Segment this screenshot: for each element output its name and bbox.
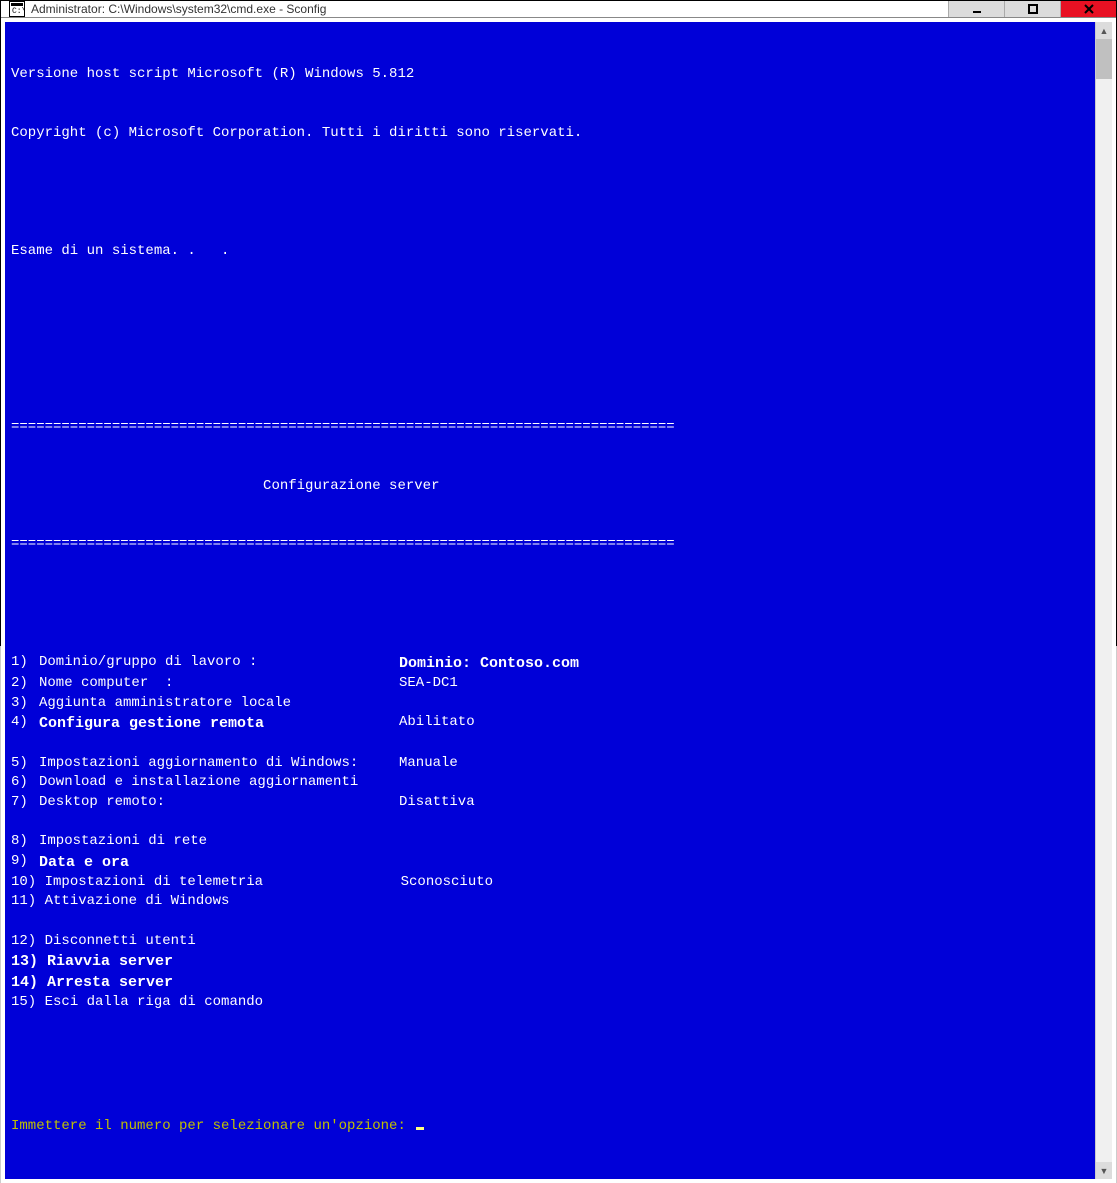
menu-item[interactable]: 10) Impostazioni di telemetriaSconosciut… bbox=[11, 873, 1089, 893]
console-output[interactable]: Versione host script Microsoft (R) Windo… bbox=[5, 22, 1095, 1179]
menu-number: 12) bbox=[11, 932, 45, 952]
blank bbox=[11, 734, 1089, 754]
menu-item[interactable]: 6) Download e installazione aggiornament… bbox=[11, 773, 1089, 793]
menu-number: 3) bbox=[11, 694, 39, 714]
menu-number: 9) bbox=[11, 852, 39, 873]
menu-number: 6) bbox=[11, 773, 39, 793]
menu-item[interactable]: 13) Riavvia server bbox=[11, 951, 1089, 972]
menu-label: Aggiunta amministratore locale bbox=[39, 694, 399, 714]
menu-number: 7) bbox=[11, 793, 39, 813]
menu-item[interactable]: 3) Aggiunta amministratore locale bbox=[11, 694, 1089, 714]
menu-value: Manuale bbox=[399, 754, 458, 774]
window-title: Administrator: C:\Windows\system32\cmd.e… bbox=[31, 2, 948, 16]
menu-label: Impostazioni di telemetria bbox=[45, 873, 401, 893]
menu-number: 1) bbox=[11, 653, 39, 674]
menu-number: 14) bbox=[11, 972, 47, 993]
minimize-button[interactable] bbox=[948, 1, 1004, 17]
menu-number: 4) bbox=[11, 713, 39, 734]
menu-label: Disconnetti utenti bbox=[45, 932, 401, 952]
menu-item[interactable]: 8) Impostazioni di rete bbox=[11, 832, 1089, 852]
titlebar[interactable]: C:\ Administrator: C:\Windows\system32\c… bbox=[1, 1, 1116, 18]
console-wrap: Versione host script Microsoft (R) Windo… bbox=[1, 18, 1116, 1183]
cursor-icon bbox=[416, 1127, 424, 1130]
menu-item[interactable]: 1) Dominio/gruppo di lavoro :Dominio: Co… bbox=[11, 653, 1089, 674]
menu-label: Data e ora bbox=[39, 852, 399, 873]
blank bbox=[11, 813, 1089, 833]
input-prompt[interactable]: Immettere il numero per selezionare un'o… bbox=[11, 1111, 1089, 1137]
scroll-up-icon[interactable]: ▲ bbox=[1096, 22, 1112, 39]
menu-item[interactable]: 9) Data e ora bbox=[11, 852, 1089, 873]
header-line: Versione host script Microsoft (R) Windo… bbox=[11, 65, 1089, 85]
cmd-icon: C:\ bbox=[9, 1, 25, 17]
blank bbox=[11, 594, 1089, 614]
menu-label: Dominio/gruppo di lavoro : bbox=[39, 653, 399, 674]
menu-number: 10) bbox=[11, 873, 45, 893]
menu-label: Riavvia server bbox=[47, 951, 403, 972]
menu-label: Esci dalla riga di comando bbox=[45, 993, 401, 1013]
blank bbox=[11, 300, 1089, 320]
svg-text:C:\: C:\ bbox=[12, 7, 25, 16]
menu-item[interactable]: 14) Arresta server bbox=[11, 972, 1089, 993]
blank bbox=[11, 359, 1089, 379]
menu-list: 1) Dominio/gruppo di lavoro :Dominio: Co… bbox=[11, 653, 1089, 1013]
menu-label: Configura gestione remota bbox=[39, 713, 399, 734]
section-title: Configurazione server bbox=[11, 477, 1089, 497]
menu-item[interactable]: 4) Configura gestione remotaAbilitato bbox=[11, 713, 1089, 734]
menu-number: 13) bbox=[11, 951, 47, 972]
divider-bottom: ========================================… bbox=[11, 535, 1089, 555]
menu-label: Attivazione di Windows bbox=[45, 892, 401, 912]
divider-top: ========================================… bbox=[11, 418, 1089, 438]
vertical-scrollbar[interactable]: ▲ ▼ bbox=[1095, 22, 1112, 1179]
copyright-line: Copyright (c) Microsoft Corporation. Tut… bbox=[11, 124, 1089, 144]
menu-number: 5) bbox=[11, 754, 39, 774]
menu-item[interactable]: 12) Disconnetti utenti bbox=[11, 932, 1089, 952]
cmd-window: C:\ Administrator: C:\Windows\system32\c… bbox=[0, 0, 1117, 646]
menu-item[interactable]: 11) Attivazione di Windows bbox=[11, 892, 1089, 912]
close-button[interactable] bbox=[1060, 1, 1116, 17]
blank bbox=[11, 912, 1089, 932]
menu-value: Disattiva bbox=[399, 793, 475, 813]
blank bbox=[11, 1052, 1089, 1072]
maximize-button[interactable] bbox=[1004, 1, 1060, 17]
examining-line: Esame di un sistema. . . bbox=[11, 242, 1089, 262]
menu-number: 2) bbox=[11, 674, 39, 694]
menu-value: Dominio: Contoso.com bbox=[399, 653, 579, 674]
menu-label: Impostazioni aggiornamento di Windows: bbox=[39, 754, 399, 774]
menu-item[interactable]: 15) Esci dalla riga di comando bbox=[11, 993, 1089, 1013]
menu-label: Arresta server bbox=[47, 972, 403, 993]
menu-number: 15) bbox=[11, 993, 45, 1013]
window-controls bbox=[948, 1, 1116, 17]
menu-item[interactable]: 5) Impostazioni aggiornamento di Windows… bbox=[11, 754, 1089, 774]
scroll-thumb[interactable] bbox=[1096, 39, 1112, 79]
menu-value: Sconosciuto bbox=[401, 873, 493, 893]
scroll-down-icon[interactable]: ▼ bbox=[1096, 1162, 1112, 1179]
menu-label: Desktop remoto: bbox=[39, 793, 399, 813]
menu-value: Abilitato bbox=[399, 713, 475, 734]
menu-item[interactable]: 2) Nome computer :SEA-DC1 bbox=[11, 674, 1089, 694]
menu-label: Impostazioni di rete bbox=[39, 832, 399, 852]
blank bbox=[11, 183, 1089, 203]
scroll-track[interactable] bbox=[1096, 39, 1112, 1162]
menu-number: 8) bbox=[11, 832, 39, 852]
menu-number: 11) bbox=[11, 892, 45, 912]
menu-label: Download e installazione aggiornamenti bbox=[39, 773, 399, 793]
menu-item[interactable]: 7) Desktop remoto:Disattiva bbox=[11, 793, 1089, 813]
menu-label: Nome computer : bbox=[39, 674, 399, 694]
menu-value: SEA-DC1 bbox=[399, 674, 458, 694]
prompt-text: Immettere il numero per selezionare un'o… bbox=[11, 1118, 406, 1134]
